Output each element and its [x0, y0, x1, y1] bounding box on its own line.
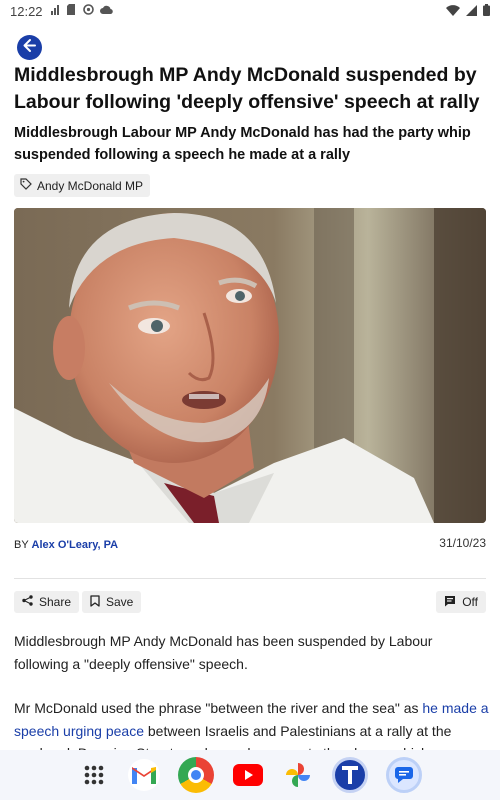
battery-icon [483, 3, 490, 19]
paragraph-2-text-before: Mr McDonald used the phrase "between the… [14, 700, 423, 716]
status-bar: 12:22 [0, 0, 500, 22]
author-link[interactable]: Alex O'Leary, PA [32, 539, 119, 551]
toggle-label: Off [462, 595, 478, 609]
bookmark-icon [90, 594, 100, 610]
vpn-icon [82, 4, 94, 18]
photos-icon[interactable] [282, 759, 314, 791]
t-news-app-icon[interactable] [332, 757, 368, 793]
status-time: 12:22 [10, 3, 43, 19]
article-headline: Middlesbrough MP Andy McDonald suspended… [14, 64, 480, 113]
byline-prefix: BY [14, 539, 29, 551]
comment-icon [444, 595, 456, 610]
share-icon [22, 595, 33, 609]
article-paragraph-1: Middlesbrough MP Andy McDonald has been … [14, 633, 433, 672]
back-button[interactable] [17, 35, 42, 60]
article-subheadline: Middlesbrough Labour MP Andy McDonald ha… [14, 125, 471, 163]
cloud-icon [99, 5, 113, 17]
notification-icons [50, 4, 113, 18]
save-button[interactable]: Save [82, 591, 142, 613]
comments-toggle-button[interactable]: Off [436, 591, 486, 613]
cell-signal-icon [466, 4, 477, 19]
article-photo [14, 208, 486, 523]
arrow-left-icon [22, 38, 37, 58]
save-label: Save [106, 595, 134, 609]
topic-tag[interactable]: Andy McDonald MP [14, 174, 151, 197]
messages-icon[interactable] [386, 757, 422, 793]
share-label: Share [39, 595, 72, 609]
byline: BY Alex O'Leary, PA [14, 539, 118, 551]
app-drawer-icon[interactable] [78, 759, 110, 791]
publish-date: 31/10/23 [439, 536, 486, 550]
youtube-icon[interactable] [232, 759, 264, 791]
tag-icon [20, 178, 32, 193]
wifi-icon [446, 4, 460, 19]
app-dock [0, 750, 500, 800]
article-paragraph-2: Mr McDonald used the phrase "between the… [14, 697, 490, 750]
signal-bars-icon [50, 4, 61, 18]
chrome-icon[interactable] [178, 757, 214, 793]
sd-card-icon [66, 4, 77, 18]
tag-label: Andy McDonald MP [37, 178, 144, 193]
share-button[interactable]: Share [14, 591, 80, 613]
gmail-icon[interactable] [128, 759, 160, 791]
divider [14, 578, 486, 579]
